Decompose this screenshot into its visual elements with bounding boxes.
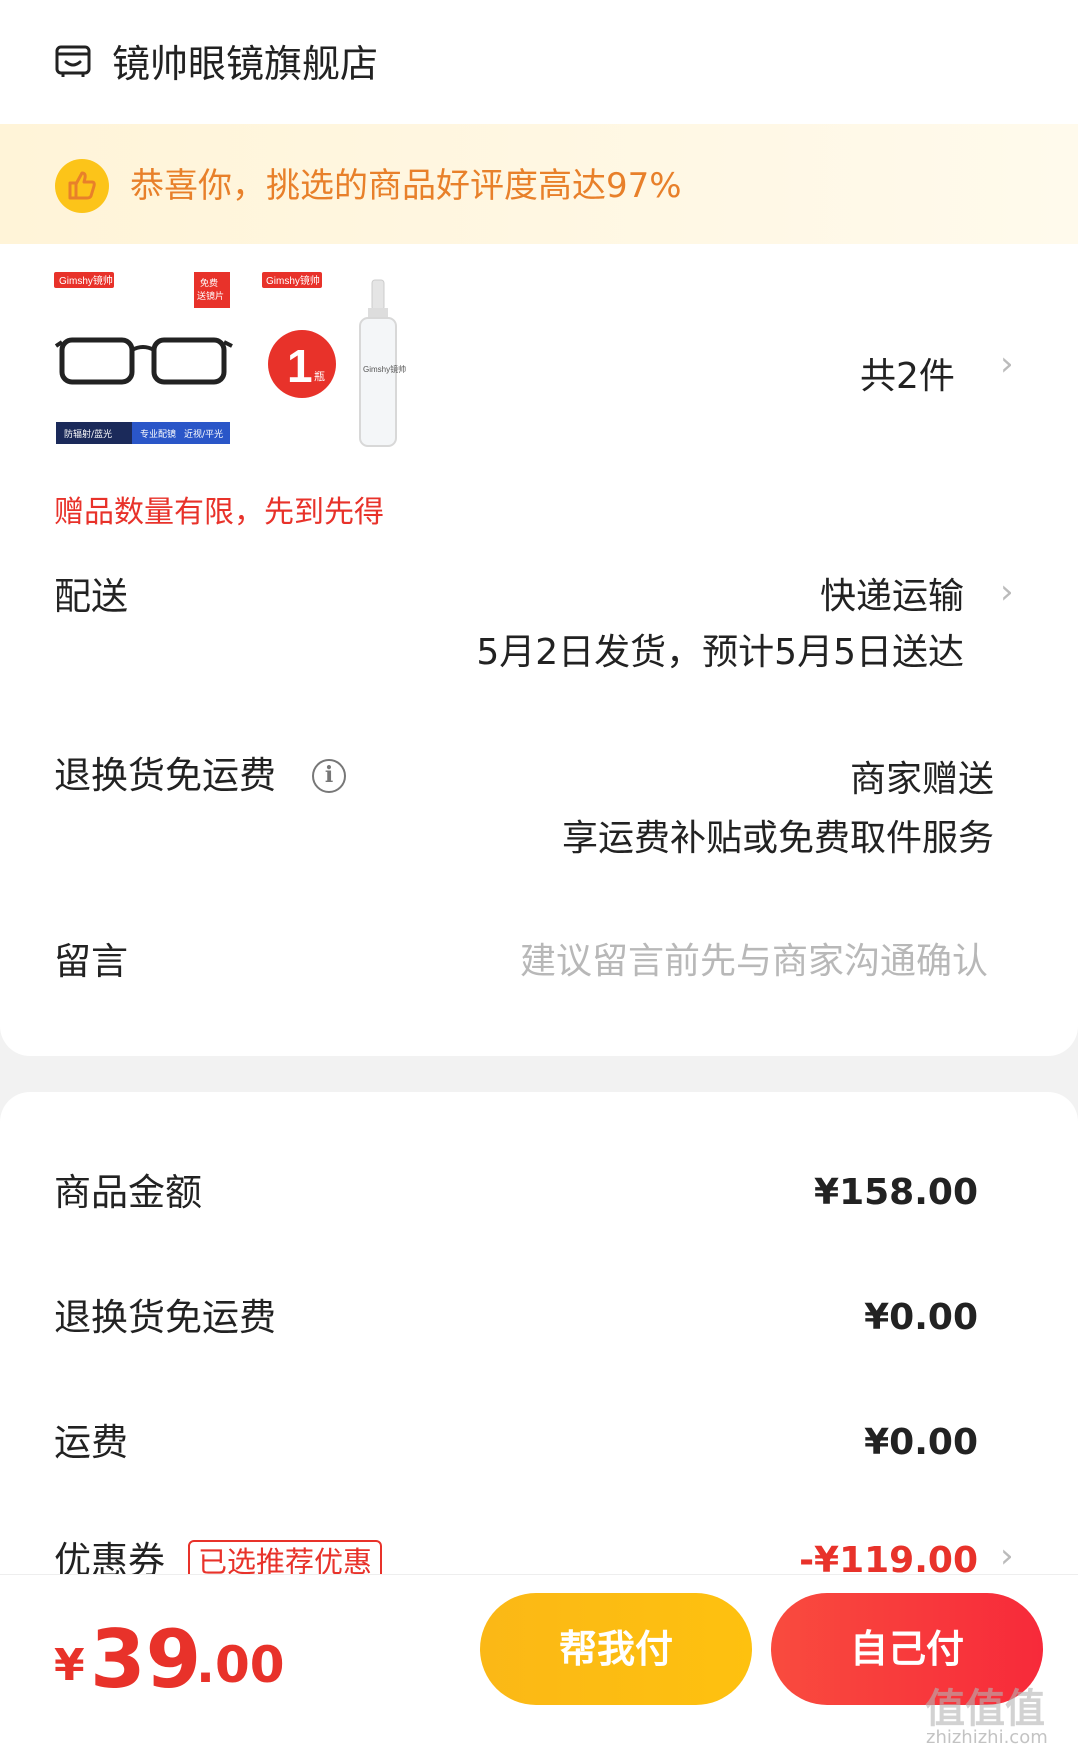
svg-text:防辐射/蓝光: 防辐射/蓝光 xyxy=(64,428,112,440)
help-pay-button[interactable]: 帮我付 xyxy=(480,1593,752,1705)
chevron-right-icon[interactable]: › xyxy=(1000,344,1014,384)
currency-symbol: ¥ xyxy=(54,1640,85,1691)
svg-text:Gimshy镜帅: Gimshy镜帅 xyxy=(363,364,406,374)
svg-text:送镜片: 送镜片 xyxy=(197,290,224,302)
delivery-label: 配送 xyxy=(54,575,128,618)
svg-text:近视/平光: 近视/平光 xyxy=(184,428,223,440)
rating-text: 恭喜你，挑选的商品好评度高达97% xyxy=(130,166,682,206)
goods-amount-value: ¥158.00 xyxy=(814,1172,978,1213)
gift-note: 赠品数量有限，先到先得 xyxy=(54,495,384,530)
return-fee-summary-value: ¥0.00 xyxy=(864,1297,978,1338)
goods-amount-label: 商品金额 xyxy=(54,1171,202,1214)
shop-name[interactable]: 镜帅眼镜旗舰店 xyxy=(112,38,378,90)
watermark-url: zhizhizhi.com xyxy=(926,1727,1048,1748)
message-input[interactable]: 建议留言前先与商家沟通确认 xyxy=(520,937,988,987)
info-icon[interactable]: i xyxy=(312,759,346,793)
thumbs-up-icon xyxy=(55,159,109,213)
return-fee-summary-label: 退换货免运费 xyxy=(54,1296,276,1339)
shipping-value: ¥0.00 xyxy=(864,1422,978,1463)
delivery-method[interactable]: 快递运输 xyxy=(820,572,964,622)
product-list[interactable]: Gimshy镜帅 免费 送镜片 防辐射/蓝光 专业配镜 近视/平光 Gimshy… xyxy=(0,262,1078,462)
svg-text:Gimshy镜帅: Gimshy镜帅 xyxy=(266,274,320,287)
watermark-logo: 值值值 xyxy=(925,1686,1045,1732)
shipping-label: 运费 xyxy=(54,1421,128,1464)
shop-header[interactable]: 镜帅眼镜旗舰店 xyxy=(0,0,1078,124)
svg-text:瓶: 瓶 xyxy=(314,369,325,383)
product-image-spray[interactable]: Gimshy镜帅 1 瓶 Gimshy镜帅 xyxy=(262,272,412,452)
total-price-integer: 39 xyxy=(90,1613,202,1706)
return-fee-value: 商家赠送 xyxy=(849,759,994,800)
item-total-count[interactable]: 共2件 xyxy=(860,347,955,399)
chevron-right-icon[interactable]: › xyxy=(1000,572,1014,612)
return-fee-label: 退换货免运费 xyxy=(54,754,276,797)
svg-text:专业配镜: 专业配镜 xyxy=(140,428,176,440)
return-fee-desc: 享运费补贴或免费取件服务 xyxy=(561,818,994,859)
shop-icon xyxy=(55,45,91,77)
svg-text:1: 1 xyxy=(287,340,313,392)
delivery-schedule: 5月2日发货，预计5月5日送达 xyxy=(476,632,964,673)
svg-text:免费: 免费 xyxy=(200,277,218,289)
product-image-glasses[interactable]: Gimshy镜帅 免费 送镜片 防辐射/蓝光 专业配镜 近视/平光 xyxy=(54,272,234,452)
total-price-decimal: .00 xyxy=(196,1636,285,1694)
svg-text:Gimshy镜帅: Gimshy镜帅 xyxy=(59,274,113,287)
chevron-right-icon[interactable]: › xyxy=(1000,1536,1014,1576)
message-label: 留言 xyxy=(54,940,128,983)
